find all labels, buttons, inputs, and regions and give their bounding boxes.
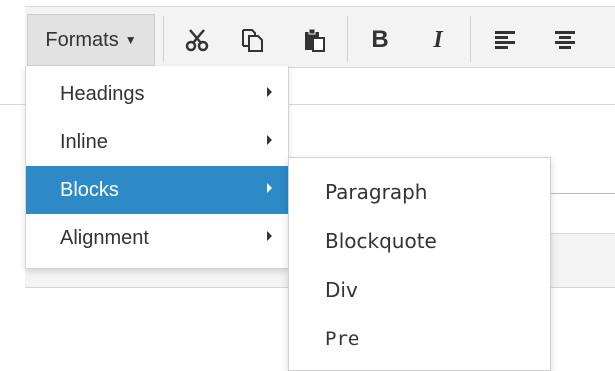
align-center-icon[interactable] xyxy=(545,20,585,60)
submenu-item-div[interactable]: Div xyxy=(289,265,550,315)
submenu-arrow-icon xyxy=(267,87,272,97)
menu-item-alignment[interactable]: Alignment xyxy=(26,214,288,262)
submenu-arrow-icon xyxy=(267,135,272,145)
submenu-item-blockquote[interactable]: Blockquote xyxy=(289,216,550,266)
align-left-icon[interactable] xyxy=(485,20,525,60)
submenu-arrow-icon xyxy=(267,231,272,241)
submenu-item-paragraph[interactable]: Paragraph xyxy=(289,167,550,217)
toolbar-separator xyxy=(163,16,164,62)
italic-icon[interactable]: I xyxy=(418,20,458,60)
bold-icon[interactable]: B xyxy=(360,20,400,60)
paste-icon[interactable] xyxy=(294,20,334,60)
blocks-submenu: Paragraph Blockquote Div Pre xyxy=(288,157,551,371)
submenu-item-pre[interactable]: Pre xyxy=(289,314,550,364)
formats-menu: Headings Inline Blocks Alignment xyxy=(25,66,289,269)
menu-item-inline[interactable]: Inline xyxy=(26,118,288,166)
submenu-arrow-icon xyxy=(267,183,272,193)
caret-down-icon: ▼ xyxy=(124,33,137,47)
menu-item-headings[interactable]: Headings xyxy=(26,70,288,118)
formats-dropdown-button[interactable]: Formats ▼ xyxy=(27,14,155,66)
toolbar-separator xyxy=(347,16,348,62)
copy-icon[interactable] xyxy=(232,20,272,60)
cut-icon[interactable] xyxy=(177,20,217,60)
formats-label: Formats xyxy=(45,28,119,51)
menu-item-blocks[interactable]: Blocks xyxy=(26,166,288,214)
toolbar-separator xyxy=(470,16,471,62)
